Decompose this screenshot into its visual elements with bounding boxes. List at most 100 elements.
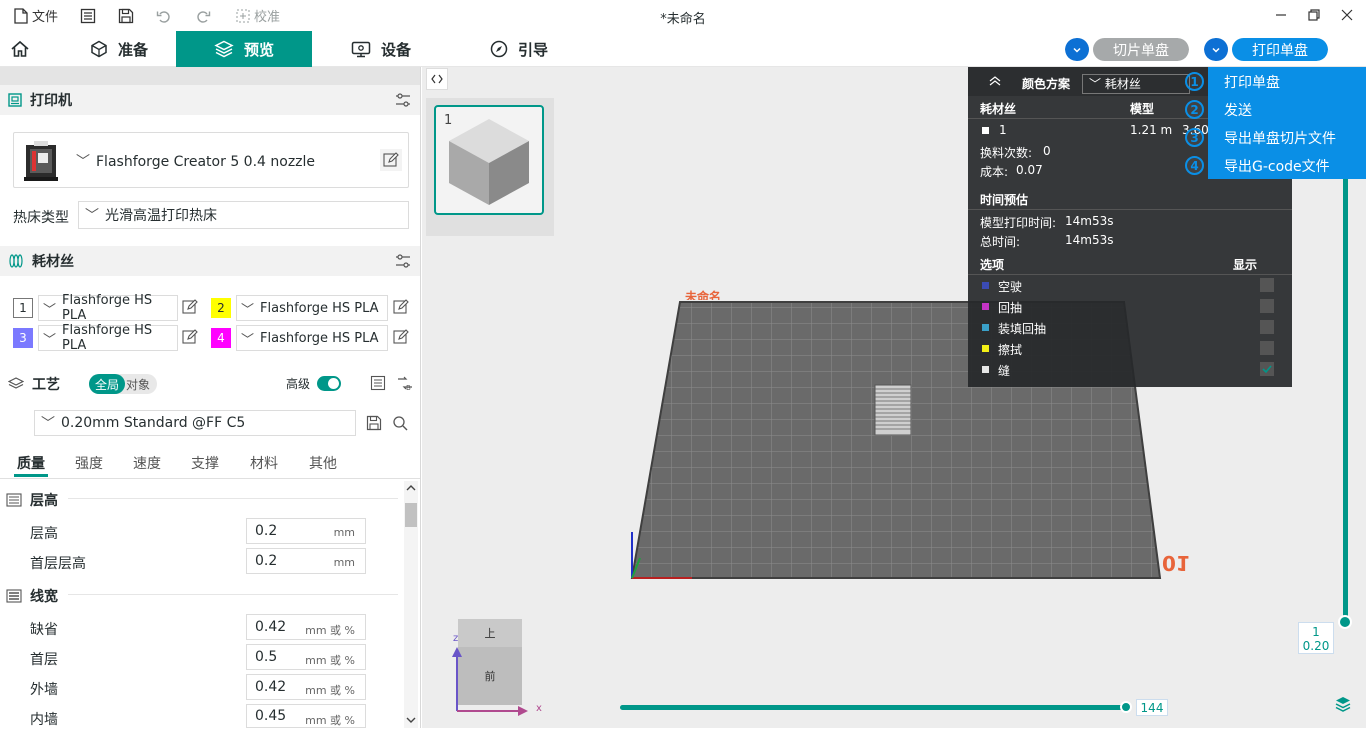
settings-sliders-icon[interactable] xyxy=(394,91,412,109)
process-preset-select[interactable]: ﹀ 0.20mm Standard @FF C5 xyxy=(34,410,356,436)
plate-thumbnail[interactable]: 1 xyxy=(434,105,544,215)
close-icon xyxy=(1341,9,1353,21)
group-line-width-title: 线宽 xyxy=(30,589,58,605)
chevron-down-icon: ﹀ xyxy=(241,302,255,318)
layers-icon xyxy=(8,377,24,389)
filament-slot-3-select[interactable]: ﹀ Flashforge HS PLA xyxy=(38,323,178,353)
edit-icon[interactable] xyxy=(182,329,198,345)
edit-icon[interactable] xyxy=(182,299,198,315)
filament-slot-3-number[interactable]: 3 xyxy=(13,328,33,348)
menu-item-send[interactable]: 发送 xyxy=(1224,100,1252,120)
scope-global-button[interactable]: 全局 xyxy=(89,374,125,394)
tab-preview[interactable]: 预览 xyxy=(176,31,312,67)
param-layer-height-input[interactable]: 0.2 mm xyxy=(246,518,366,544)
swap-count-value: 0 xyxy=(1043,144,1051,158)
options-label: 选项 xyxy=(980,258,1005,272)
compare-icon[interactable]: B xyxy=(396,375,414,391)
layer-slider-thumb[interactable] xyxy=(1338,615,1352,629)
param-first-layer-width-unit: mm 或 % xyxy=(305,654,355,667)
move-slider-track[interactable] xyxy=(620,705,1126,710)
filament-slot-2-select[interactable]: ﹀ Flashforge HS PLA xyxy=(236,295,388,321)
print-plate-button[interactable]: 打印单盘 xyxy=(1232,38,1328,61)
layers-toggle-icon[interactable] xyxy=(1334,695,1352,713)
param-default-width-input[interactable]: 0.42 mm 或 % xyxy=(246,614,366,640)
printer-edit-button[interactable] xyxy=(380,149,402,171)
edit-icon xyxy=(383,152,399,167)
option-retract-checkbox[interactable] xyxy=(1260,299,1274,313)
subtab-speed[interactable]: 速度 xyxy=(133,453,161,473)
param-outer-wall-value: 0.42 xyxy=(255,679,287,695)
param-first-layer-height-input[interactable]: 0.2 mm xyxy=(246,548,366,574)
subtab-quality[interactable]: 质量 xyxy=(17,453,45,473)
printer-selector[interactable]: ﹀ Flashforge Creator 5 0.4 nozzle xyxy=(13,132,409,188)
total-time-value: 14m53s xyxy=(1065,233,1114,247)
advanced-toggle[interactable] xyxy=(317,376,341,391)
plate-name-label: 未命名 xyxy=(685,290,722,300)
param-outer-wall-input[interactable]: 0.42 mm 或 % xyxy=(246,674,366,700)
slice-plate-button[interactable]: 切片单盘 xyxy=(1093,38,1189,61)
move-slider-thumb[interactable] xyxy=(1120,701,1132,713)
settings-sliders-icon[interactable] xyxy=(394,252,412,270)
filament-slot-2-number[interactable]: 2 xyxy=(211,298,231,318)
model-time-label: 模型打印时间: xyxy=(980,216,1057,230)
subtab-material[interactable]: 材料 xyxy=(250,453,278,473)
layer-slider-track[interactable] xyxy=(1343,179,1348,619)
collapse-up-icon[interactable] xyxy=(988,76,1002,86)
color-scheme-select[interactable]: ﹀ 耗材丝 xyxy=(1082,74,1190,94)
print-plate-splitbutton: 打印单盘 xyxy=(1204,38,1328,61)
subtab-strength[interactable]: 强度 xyxy=(75,453,103,473)
menu-item-print-plate[interactable]: 打印单盘 xyxy=(1224,72,1280,92)
settings-scrollbar[interactable] xyxy=(404,481,418,728)
close-button[interactable] xyxy=(1340,8,1354,22)
restore-button[interactable] xyxy=(1307,8,1321,22)
tab-guide[interactable]: 引导 xyxy=(474,31,564,67)
line-width-icon xyxy=(6,589,22,603)
edit-icon[interactable] xyxy=(393,299,409,315)
device-icon xyxy=(351,41,371,58)
collapse-sidebar-button[interactable] xyxy=(426,68,448,90)
layers-icon xyxy=(214,40,234,58)
color-scheme-value: 耗材丝 xyxy=(1104,77,1141,91)
edit-icon[interactable] xyxy=(393,329,409,345)
document-title: *未命名 xyxy=(660,12,706,27)
process-section-header: 工艺 xyxy=(0,369,420,399)
menu-item-export-sliced-file[interactable]: 导出单盘切片文件 xyxy=(1224,128,1336,148)
plate-index-label: 01 xyxy=(1162,551,1190,575)
subtab-others[interactable]: 其他 xyxy=(309,453,337,473)
option-travel-checkbox[interactable] xyxy=(1260,278,1274,292)
filament-slot-4-number[interactable]: 4 xyxy=(211,328,231,348)
subtab-support[interactable]: 支撑 xyxy=(191,453,219,473)
bed-type-select[interactable]: ﹀ 光滑高温打印热床 xyxy=(78,201,409,229)
home-button[interactable] xyxy=(0,31,40,67)
scrollbar-thumb[interactable] xyxy=(405,503,417,527)
scroll-up-icon[interactable] xyxy=(406,484,416,492)
param-first-layer-width-value: 0.5 xyxy=(255,649,278,665)
print-dropdown-button[interactable] xyxy=(1204,38,1228,61)
group-layer-height-title: 层高 xyxy=(30,493,58,509)
tab-prepare[interactable]: 准备 xyxy=(62,31,176,67)
search-icon[interactable] xyxy=(392,415,408,431)
tab-device[interactable]: 设备 xyxy=(336,31,426,67)
layer-height-icon xyxy=(6,493,22,507)
printer-section-title: 打印机 xyxy=(30,93,72,109)
param-first-layer-width-input[interactable]: 0.5 mm 或 % xyxy=(246,644,366,670)
legend-row-length: 1.21 m xyxy=(1130,123,1173,137)
menu-item-export-gcode[interactable]: 导出G-code文件 xyxy=(1224,156,1330,176)
filament-slot-4-select[interactable]: ﹀ Flashforge HS PLA xyxy=(236,325,388,351)
param-inner-wall-label: 内墙 xyxy=(30,712,58,728)
param-inner-wall-input[interactable]: 0.45 mm 或 % xyxy=(246,704,366,728)
save-icon[interactable] xyxy=(366,415,382,431)
filament-slot-1-number[interactable]: 1 xyxy=(13,298,33,318)
option-seam-checkbox[interactable] xyxy=(1260,362,1274,376)
filament-slot-1-select[interactable]: ﹀ Flashforge HS PLA xyxy=(38,293,178,323)
option-seam-label: 缝 xyxy=(998,364,1011,378)
bed-type-label: 热床类型 xyxy=(13,210,69,226)
list-icon[interactable] xyxy=(370,375,386,391)
minimize-button[interactable] xyxy=(1274,8,1288,22)
subtab-divider xyxy=(0,478,420,479)
scope-object-button[interactable]: 对象 xyxy=(126,376,150,393)
option-wipe-checkbox[interactable] xyxy=(1260,341,1274,355)
slice-dropdown-button[interactable] xyxy=(1065,38,1089,61)
scroll-down-icon[interactable] xyxy=(406,716,416,724)
option-deretract-checkbox[interactable] xyxy=(1260,320,1274,334)
